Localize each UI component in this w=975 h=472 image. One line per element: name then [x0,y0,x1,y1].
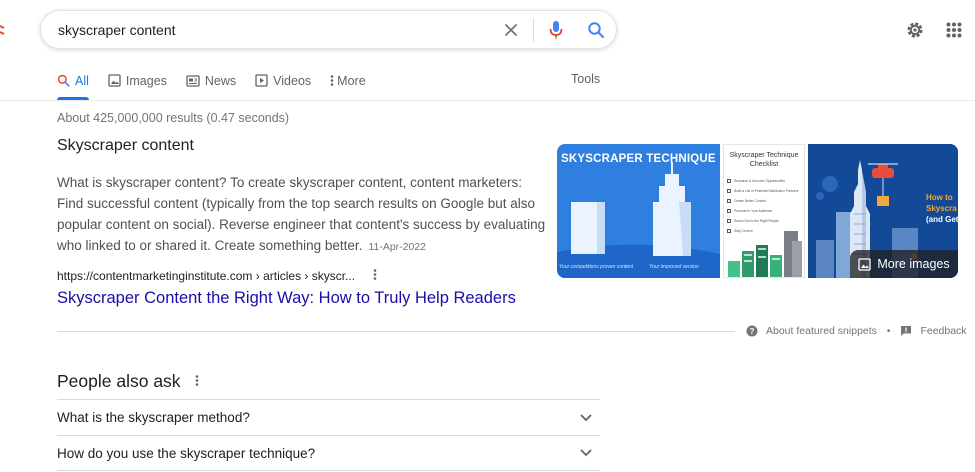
about-featured-snippets-link[interactable]: About featured snippets [766,325,877,337]
people-also-ask-title: People also ask [57,371,199,392]
snippet-divider [57,331,735,332]
checklist-item: Reach Out to the Right People [727,219,779,223]
gear-icon[interactable] [905,20,925,40]
tab-news[interactable]: News [186,72,236,89]
more-images-label: More images [877,257,950,271]
people-also-ask-list: What is the skyscraper method? How do yo… [57,399,600,471]
tab-more[interactable]: More [330,72,366,89]
snippet-body: What is skyscraper content? To create sk… [57,175,546,253]
result-title-link[interactable]: Skyscraper Content the Right Way: How to… [57,289,516,308]
search-tabs: All Images News Videos More [57,72,385,100]
paa-options-icon[interactable] [195,374,199,390]
paa-question[interactable]: How do you use the skyscraper technique? [57,435,600,471]
skyscraper-checklist-image[interactable]: Skyscraper Technique Checklist Research … [723,144,805,278]
apps-grid-icon[interactable] [944,20,964,40]
checklist-title: Skyscraper Technique Checklist [729,152,799,168]
image-icon [858,257,872,271]
microphone-icon[interactable] [536,10,576,49]
tab-videos[interactable]: Videos [255,72,311,89]
chevron-down-icon[interactable] [574,413,598,422]
paa-title-text: People also ask [57,371,181,391]
paa-question-text: What is the skyscraper method? [57,410,250,425]
google-logo-fragment[interactable] [0,24,5,36]
feedback-icon[interactable] [900,325,912,337]
image-caption-right: Your improved version [649,264,699,270]
search-input[interactable] [58,21,491,38]
kebab-icon [330,74,334,87]
news-icon [186,74,200,87]
checklist-item: Build a List of Potential Distribution P… [727,189,798,193]
feedback-link[interactable]: Feedback [920,325,966,337]
result-cite[interactable]: https://contentmarketinginstitute.com › … [57,268,377,284]
image-overlay-text: How to [926,193,953,202]
tabs-divider [0,100,975,101]
tools-button[interactable]: Tools [571,72,600,86]
tab-label: Videos [273,73,312,88]
image-caption-left: Your competitions proven content [559,264,634,270]
paa-question[interactable]: What is the skyscraper method? [57,399,600,435]
separator-dot: • [886,325,891,337]
tab-label: All [75,73,89,88]
tab-label: Images [125,73,167,88]
tab-label: News [204,73,237,88]
tab-images[interactable]: Images [108,72,167,89]
checklist-item: Promote to Your Audience [727,209,772,213]
play-icon [255,74,268,87]
skyscraper-technique-image[interactable]: SKYSCRAPER TECHNIQUE Your competitions p… [557,144,720,278]
tab-all[interactable]: All [57,72,89,100]
paa-question-text: How do you use the skyscraper technique? [57,445,316,461]
search-box[interactable] [40,10,617,49]
search-icon [57,74,70,87]
help-circle-icon[interactable]: ? [746,325,758,337]
featured-snippet-text: What is skyscraper content? To create sk… [57,172,547,258]
search-box-divider [533,17,534,42]
image-icon [108,74,121,87]
image-overlay-text: (and Get [926,215,958,224]
featured-images: SKYSCRAPER TECHNIQUE Your competitions p… [557,144,958,278]
close-icon[interactable] [491,10,531,49]
svg-text:?: ? [750,327,755,336]
result-options-icon[interactable] [373,268,377,284]
tab-label: More [337,73,366,88]
snippet-date: 11-Apr-2022 [368,241,427,253]
image-overlay-text: Skyscra [926,204,957,213]
snippet-footer: ? About featured snippets • Feedback [746,325,967,337]
cite-url: https://contentmarketinginstitute.com › … [57,269,356,283]
result-stats: About 425,000,000 results (0.47 seconds) [57,111,290,125]
search-icon[interactable] [576,10,616,49]
more-images-button[interactable]: More images [850,250,958,278]
chevron-down-icon[interactable] [574,449,598,457]
checklist-item: Create Better Content [727,199,766,203]
checklist-item: Research & Uncover Opportunities [727,179,785,183]
featured-snippet-title: Skyscraper content [57,137,194,154]
